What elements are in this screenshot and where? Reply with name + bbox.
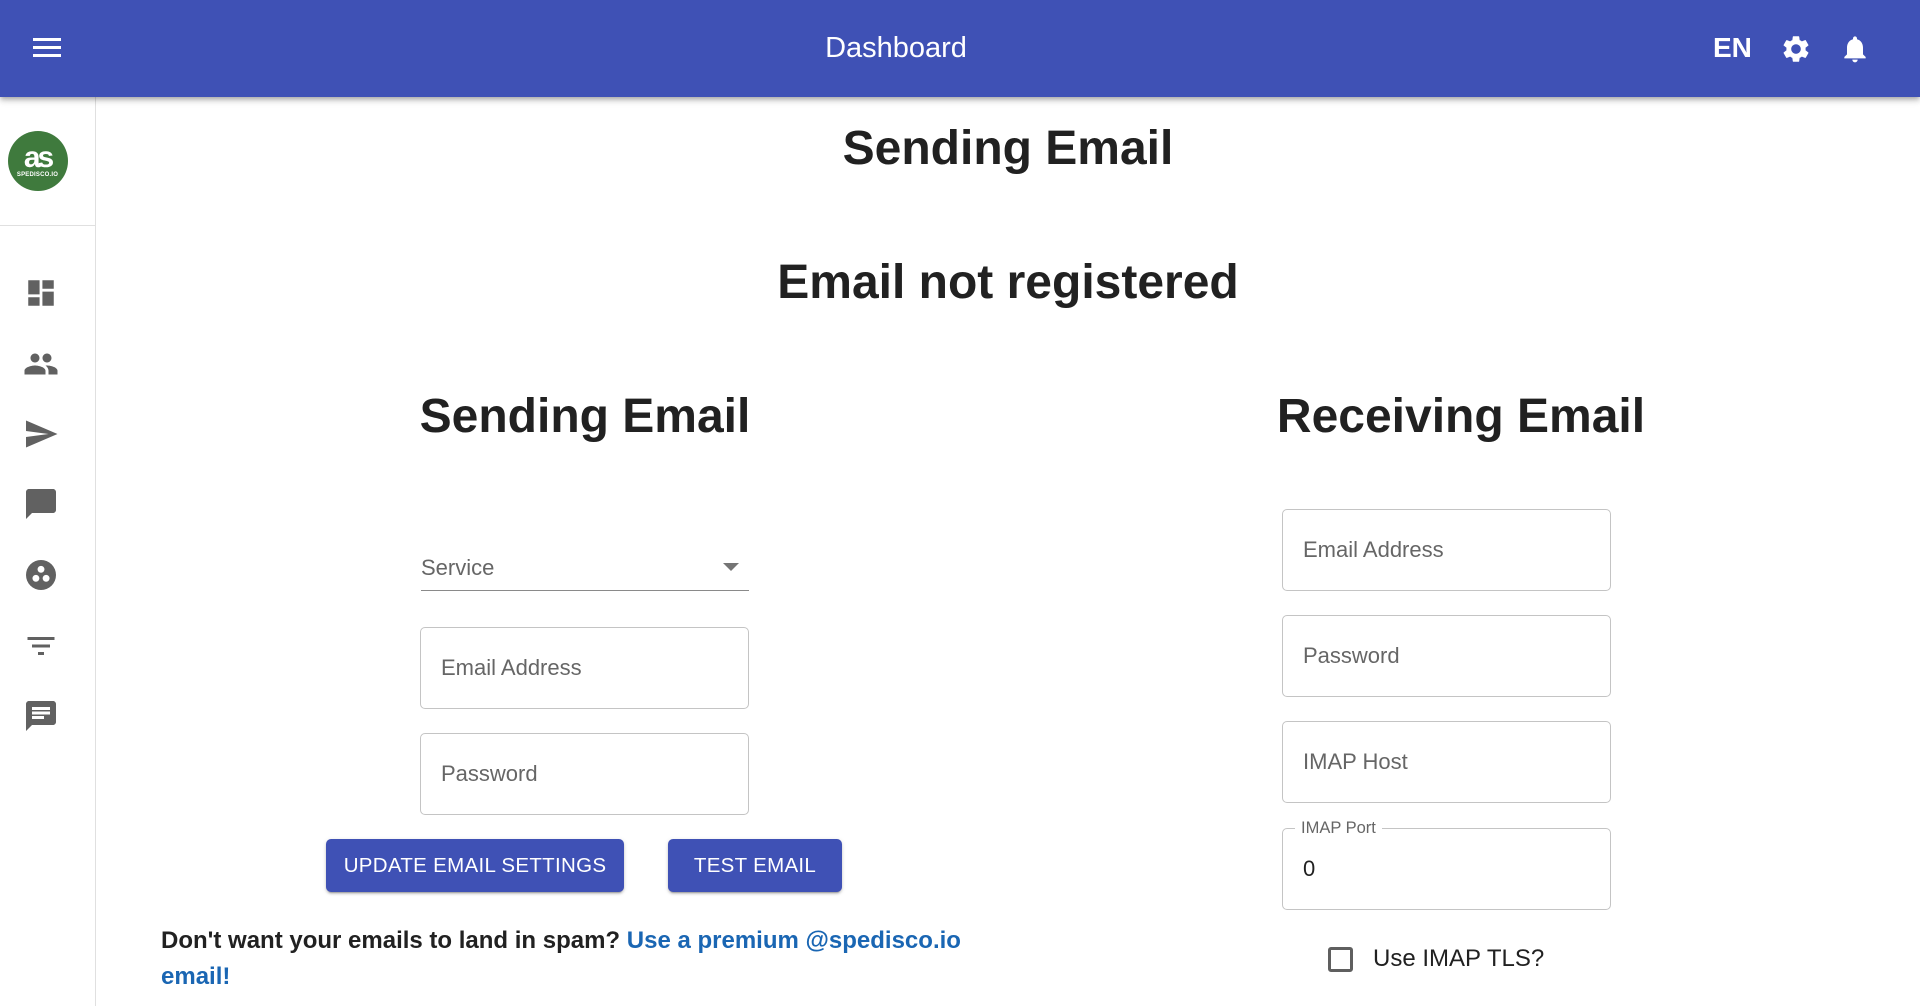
logo-text: SPEDISCO.IO [16, 172, 59, 178]
sidebar-item-people[interactable] [22, 345, 60, 383]
sidebar-item-send[interactable] [22, 415, 60, 453]
workspaces-icon [26, 560, 56, 590]
imap-tls-checkbox[interactable] [1328, 946, 1353, 972]
logo-area: as SPEDISCO.IO [0, 97, 95, 226]
receiving-email-address-field[interactable]: Email Address [1282, 509, 1611, 591]
update-email-settings-button[interactable]: UPDATE EMAIL SETTINGS [326, 839, 624, 892]
notifications-button[interactable] [1836, 30, 1874, 68]
test-email-button[interactable]: TEST EMAIL [668, 839, 842, 892]
sidebar-item-chat[interactable] [22, 697, 60, 735]
sidebar-item-filters[interactable] [22, 627, 60, 665]
gear-icon [1783, 36, 1809, 62]
sending-email-address-field[interactable]: Email Address [420, 627, 749, 709]
imap-host-placeholder: IMAP Host [1303, 749, 1408, 774]
settings-button[interactable] [1777, 30, 1815, 68]
sending-password-field[interactable]: Password [420, 733, 749, 815]
spam-note-text: Don't want your emails to land in spam? [161, 927, 621, 954]
imap-tls-option[interactable]: Use IMAP TLS? [1328, 945, 1544, 973]
imap-host-field[interactable]: IMAP Host [1282, 721, 1611, 803]
sending-email-heading: Sending Email [419, 390, 751, 443]
logo-mark: as [23, 141, 54, 174]
imap-port-value: 0 [1303, 856, 1316, 881]
receiving-email-heading: Receiving Email [1276, 390, 1646, 443]
imap-port-field[interactable]: IMAP Port 0 [1282, 819, 1611, 910]
spedisco-logo[interactable]: as SPEDISCO.IO [7, 131, 68, 191]
sending-password-placeholder: Password [441, 761, 538, 786]
sidebar: as SPEDISCO.IO [0, 97, 96, 1006]
app-bar: Dashboard EN [0, 0, 1920, 97]
imap-tls-label: Use IMAP TLS? [1373, 945, 1545, 972]
people-icon [24, 353, 58, 375]
chat-bubble-icon [26, 489, 56, 519]
dropdown-arrow-icon [723, 563, 739, 571]
chat-icon [26, 701, 56, 731]
registration-status: Email not registered [777, 256, 1239, 309]
sending-email-address-placeholder: Email Address [441, 655, 582, 680]
receiving-password-placeholder: Password [1303, 643, 1400, 668]
sidebar-item-workspaces[interactable] [22, 556, 60, 594]
app-bar-title: Dashboard [825, 32, 967, 64]
receiving-password-field[interactable]: Password [1282, 615, 1611, 697]
main-content: Sending Email Email not registered Sendi… [96, 97, 1920, 1006]
filter-list-icon [27, 637, 55, 655]
sidebar-item-messages[interactable] [22, 485, 60, 523]
bell-icon [1844, 36, 1866, 63]
receiving-email-address-placeholder: Email Address [1303, 537, 1444, 562]
spam-note: Don't want your emails to land in spam? … [161, 923, 1021, 995]
page-title: Sending Email [842, 122, 1174, 175]
service-select[interactable]: Service [421, 537, 749, 591]
send-icon [26, 420, 58, 448]
dashboard-icon [28, 280, 54, 306]
service-select-label: Service [421, 555, 495, 580]
sidebar-item-dashboard[interactable] [22, 274, 60, 312]
language-selector[interactable]: EN [1713, 28, 1752, 68]
